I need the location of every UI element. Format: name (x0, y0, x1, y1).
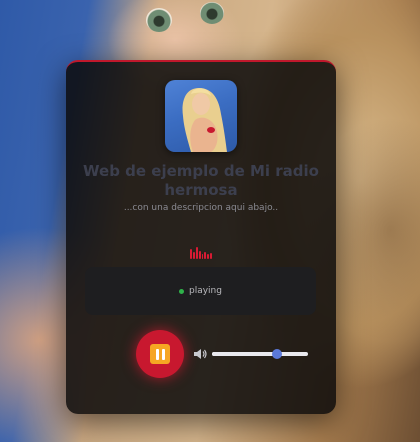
play-pause-button[interactable] (136, 330, 184, 378)
pause-icon (150, 344, 170, 364)
equalizer-bar (190, 249, 192, 259)
album-cover (165, 80, 237, 152)
volume-slider-fill (212, 352, 278, 356)
equalizer-bar (195, 247, 198, 259)
status-text: playing (189, 286, 222, 296)
background-eye-left (146, 8, 172, 32)
station-title: Web de ejemplo de Mi radio hermosa (83, 162, 319, 199)
equalizer-bar (198, 251, 201, 259)
volume-icon[interactable] (193, 347, 207, 361)
status-indicator-dot (179, 288, 184, 294)
equalizer-bar (204, 252, 207, 259)
album-cover-image (182, 88, 227, 152)
equalizer-bar (207, 254, 210, 259)
radio-player-card: Web de ejemplo de Mi radio hermosa ...co… (66, 60, 336, 414)
volume-slider[interactable] (212, 349, 308, 359)
equalizer-bar (201, 254, 204, 259)
status-panel: playing (85, 267, 316, 315)
background-eye-right (200, 2, 224, 24)
station-description: ...con una descripcion aqui abajo.. (123, 203, 279, 213)
equalizer-visualizer (190, 245, 212, 259)
volume-slider-thumb[interactable] (272, 349, 283, 359)
equalizer-bar (210, 253, 212, 259)
equalizer-bar (192, 252, 195, 259)
